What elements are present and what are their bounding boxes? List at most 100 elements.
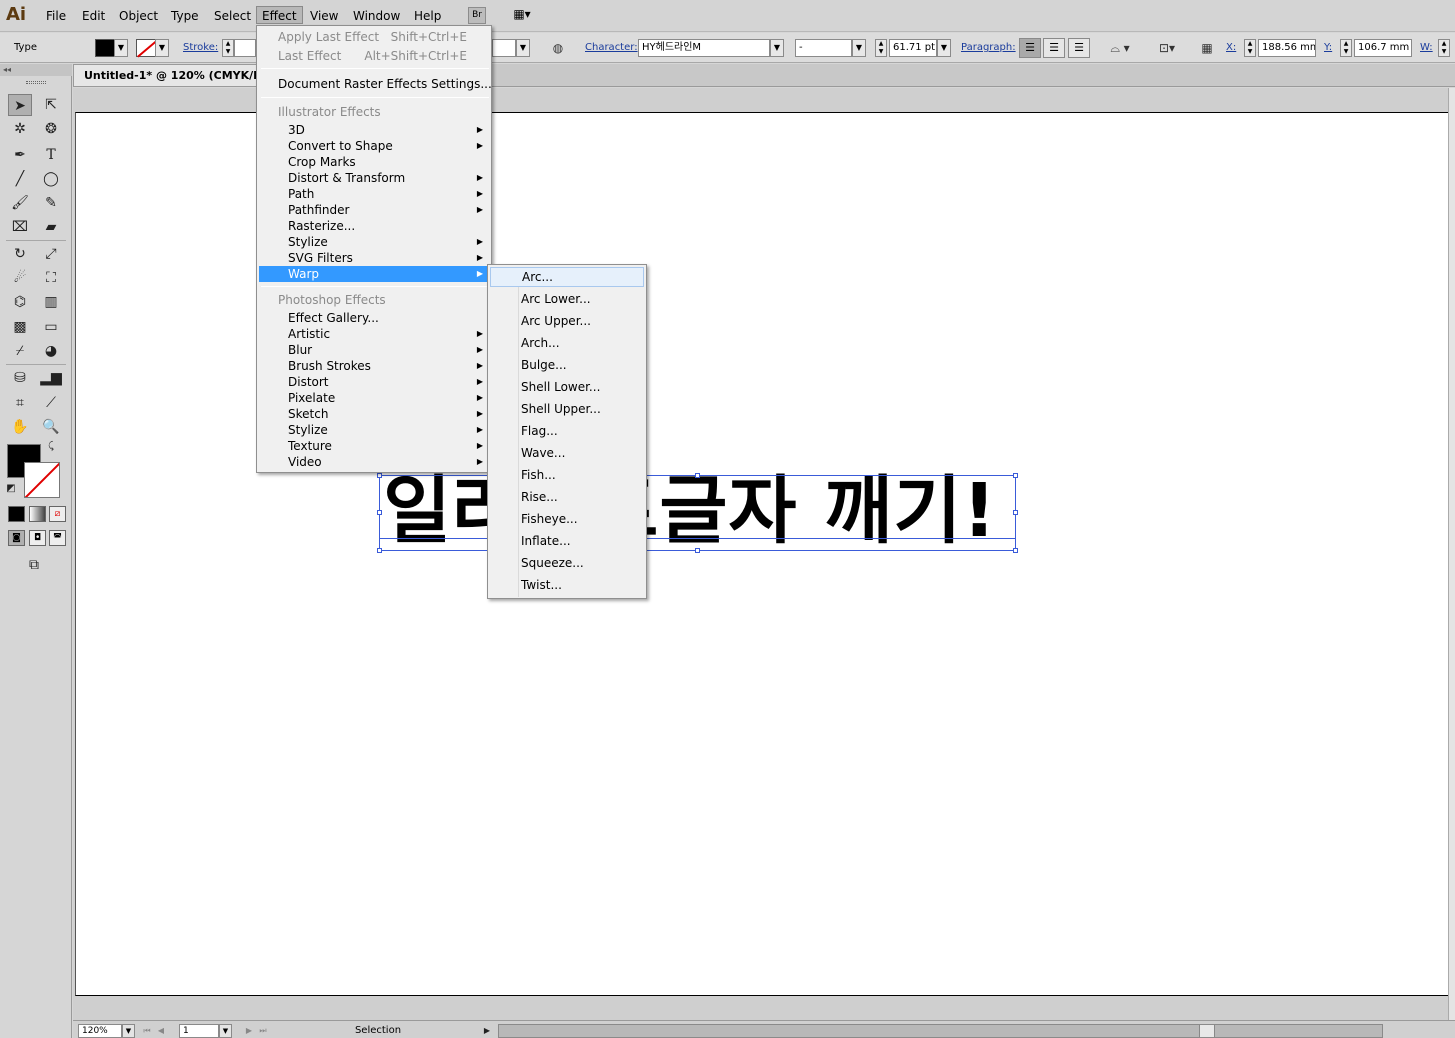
- warp-item-shell-lower[interactable]: Shell Lower...: [490, 377, 644, 397]
- menu-effect[interactable]: Effect: [256, 6, 303, 24]
- zoom-dropdown[interactable]: ▼: [122, 1024, 135, 1038]
- handle-bottom-center[interactable]: [695, 548, 700, 553]
- menu-file[interactable]: File: [41, 7, 71, 25]
- font-style-dropdown[interactable]: ▼: [852, 39, 866, 57]
- type-tool-icon[interactable]: T: [39, 144, 63, 166]
- menu-item-path[interactable]: Path ▶: [259, 186, 489, 202]
- stroke-link[interactable]: Stroke:: [183, 42, 218, 53]
- warp-item-arc[interactable]: Arc...: [490, 267, 644, 287]
- menu-item-pathfinder[interactable]: Pathfinder ▶: [259, 202, 489, 218]
- align-left-button[interactable]: ☰: [1019, 38, 1041, 58]
- warp-item-fisheye[interactable]: Fisheye...: [490, 509, 644, 529]
- free-transform-tool-icon[interactable]: ⛶: [39, 267, 63, 289]
- menu-item-apply-last-effect[interactable]: Apply Last Effect Shift+Ctrl+E: [259, 29, 489, 45]
- handle-bottom-right[interactable]: [1013, 548, 1018, 553]
- warp-text-icon[interactable]: ⌓ ▾: [1102, 39, 1138, 57]
- gradient-mode-icon[interactable]: [29, 506, 46, 522]
- slice-tool-icon[interactable]: ⟋: [39, 392, 63, 414]
- y-field[interactable]: 106.7 mm: [1354, 39, 1412, 57]
- menu-item-distort[interactable]: Distort ▶: [259, 374, 489, 390]
- tools-panel-grip[interactable]: [26, 81, 46, 84]
- menu-item-crop-marks[interactable]: Crop Marks: [259, 154, 489, 170]
- menu-edit[interactable]: Edit: [77, 7, 110, 25]
- blob-brush-tool-icon[interactable]: ⌧: [8, 216, 32, 238]
- transform-reference-icon[interactable]: ⊡▾: [1152, 39, 1182, 57]
- bridge-button[interactable]: Br: [468, 7, 486, 24]
- swap-fill-stroke-icon[interactable]: ⤹: [44, 440, 58, 454]
- w-stepper[interactable]: ▲ ▼: [1438, 39, 1450, 57]
- x-field[interactable]: 188.56 mm: [1258, 39, 1316, 57]
- eraser-tool-icon[interactable]: ▰: [39, 216, 63, 238]
- menu-item-blur[interactable]: Blur ▶: [259, 342, 489, 358]
- handle-middle-left[interactable]: [377, 510, 382, 515]
- menu-item-rasterize[interactable]: Rasterize...: [259, 218, 489, 234]
- handle-top-center[interactable]: [695, 473, 700, 478]
- hidden-field[interactable]: [492, 39, 516, 57]
- draw-inside-icon[interactable]: ◚: [49, 530, 66, 546]
- lasso-tool-icon[interactable]: ❂: [39, 118, 63, 140]
- shape-builder-tool-icon[interactable]: ⌬: [8, 291, 32, 313]
- tools-panel-collapse-icon[interactable]: ◂◂: [0, 64, 72, 76]
- menu-item-effect-gallery[interactable]: Effect Gallery...: [259, 310, 489, 326]
- menu-help[interactable]: Help: [409, 7, 446, 25]
- warp-item-arc-lower[interactable]: Arc Lower...: [490, 289, 644, 309]
- stroke-swatch[interactable]: [24, 462, 60, 498]
- scale-tool-icon[interactable]: ⤢: [39, 243, 63, 265]
- menu-object[interactable]: Object: [114, 7, 163, 25]
- warp-item-squeeze[interactable]: Squeeze...: [490, 553, 644, 573]
- selection-tool-icon[interactable]: ➤: [8, 94, 32, 116]
- mesh-tool-icon[interactable]: ▩: [8, 316, 32, 338]
- magic-wand-tool-icon[interactable]: ✲: [8, 118, 32, 140]
- menu-item-texture[interactable]: Texture ▶: [259, 438, 489, 454]
- horizontal-scroll-thumb[interactable]: [1199, 1025, 1215, 1037]
- menu-item-last-effect[interactable]: Last Effect Alt+Shift+Ctrl+E: [259, 48, 489, 64]
- font-family-field[interactable]: HY헤드라인M: [638, 39, 770, 57]
- font-family-dropdown[interactable]: ▼: [770, 39, 784, 57]
- status-tool-label[interactable]: Selection: [278, 1024, 478, 1038]
- menu-item-artistic[interactable]: Artistic ▶: [259, 326, 489, 342]
- warp-item-fish[interactable]: Fish...: [490, 465, 644, 485]
- warp-item-inflate[interactable]: Inflate...: [490, 531, 644, 551]
- menu-item-stylize-illustrator[interactable]: Stylize ▶: [259, 234, 489, 250]
- next-artboard-icon[interactable]: ▶: [243, 1024, 255, 1038]
- default-fill-stroke-icon[interactable]: ◩: [4, 482, 18, 496]
- direct-selection-tool-icon[interactable]: ⇱: [39, 94, 63, 116]
- recolor-icon[interactable]: ◍: [547, 39, 569, 57]
- align-center-button[interactable]: ☰: [1043, 38, 1065, 58]
- menu-type[interactable]: Type: [166, 7, 204, 25]
- none-mode-icon[interactable]: ⧄: [49, 506, 66, 522]
- artboard-dropdown[interactable]: ▼: [219, 1024, 232, 1038]
- warp-item-arc-upper[interactable]: Arc Upper...: [490, 311, 644, 331]
- artboard-number-field[interactable]: 1: [179, 1024, 219, 1038]
- rotate-tool-icon[interactable]: ↻: [8, 243, 32, 265]
- font-size-field[interactable]: 61.71 pt: [889, 39, 937, 57]
- warp-item-rise[interactable]: Rise...: [490, 487, 644, 507]
- pencil-tool-icon[interactable]: ✎: [39, 192, 63, 214]
- gradient-tool-icon[interactable]: ▭: [39, 316, 63, 338]
- stroke-color-swatch[interactable]: [136, 39, 157, 58]
- eyedropper-tool-icon[interactable]: ⌿: [8, 340, 32, 362]
- menu-item-warp[interactable]: Warp ▶: [259, 266, 489, 282]
- menu-item-convert-to-shape[interactable]: Convert to Shape ▶: [259, 138, 489, 154]
- first-artboard-icon[interactable]: ⏮: [141, 1024, 153, 1038]
- perspective-grid-tool-icon[interactable]: ▥: [39, 291, 63, 313]
- menu-item-svg-filters[interactable]: SVG Filters ▶: [259, 250, 489, 266]
- menu-item-pixelate[interactable]: Pixelate ▶: [259, 390, 489, 406]
- font-size-dropdown[interactable]: ▼: [937, 39, 951, 57]
- menu-item-stylize-photoshop[interactable]: Stylize ▶: [259, 422, 489, 438]
- menu-item-video[interactable]: Video ▶: [259, 454, 489, 470]
- line-tool-icon[interactable]: ╱: [8, 168, 32, 190]
- status-menu-icon[interactable]: ▶: [481, 1024, 493, 1038]
- arrange-documents-icon[interactable]: ▦▾: [507, 7, 537, 24]
- warp-item-wave[interactable]: Wave...: [490, 443, 644, 463]
- menu-view[interactable]: View: [305, 7, 343, 25]
- align-right-button[interactable]: ☰: [1068, 38, 1090, 58]
- stroke-weight-field[interactable]: [234, 39, 256, 57]
- menu-item-distort-transform[interactable]: Distort & Transform ▶: [259, 170, 489, 186]
- handle-bottom-left[interactable]: [377, 548, 382, 553]
- symbol-sprayer-tool-icon[interactable]: ⛁: [8, 367, 32, 389]
- menu-select[interactable]: Select: [209, 7, 256, 25]
- draw-behind-icon[interactable]: ◘: [29, 530, 46, 546]
- hidden-dropdown[interactable]: ▼: [516, 39, 530, 57]
- menu-item-brush-strokes[interactable]: Brush Strokes ▶: [259, 358, 489, 374]
